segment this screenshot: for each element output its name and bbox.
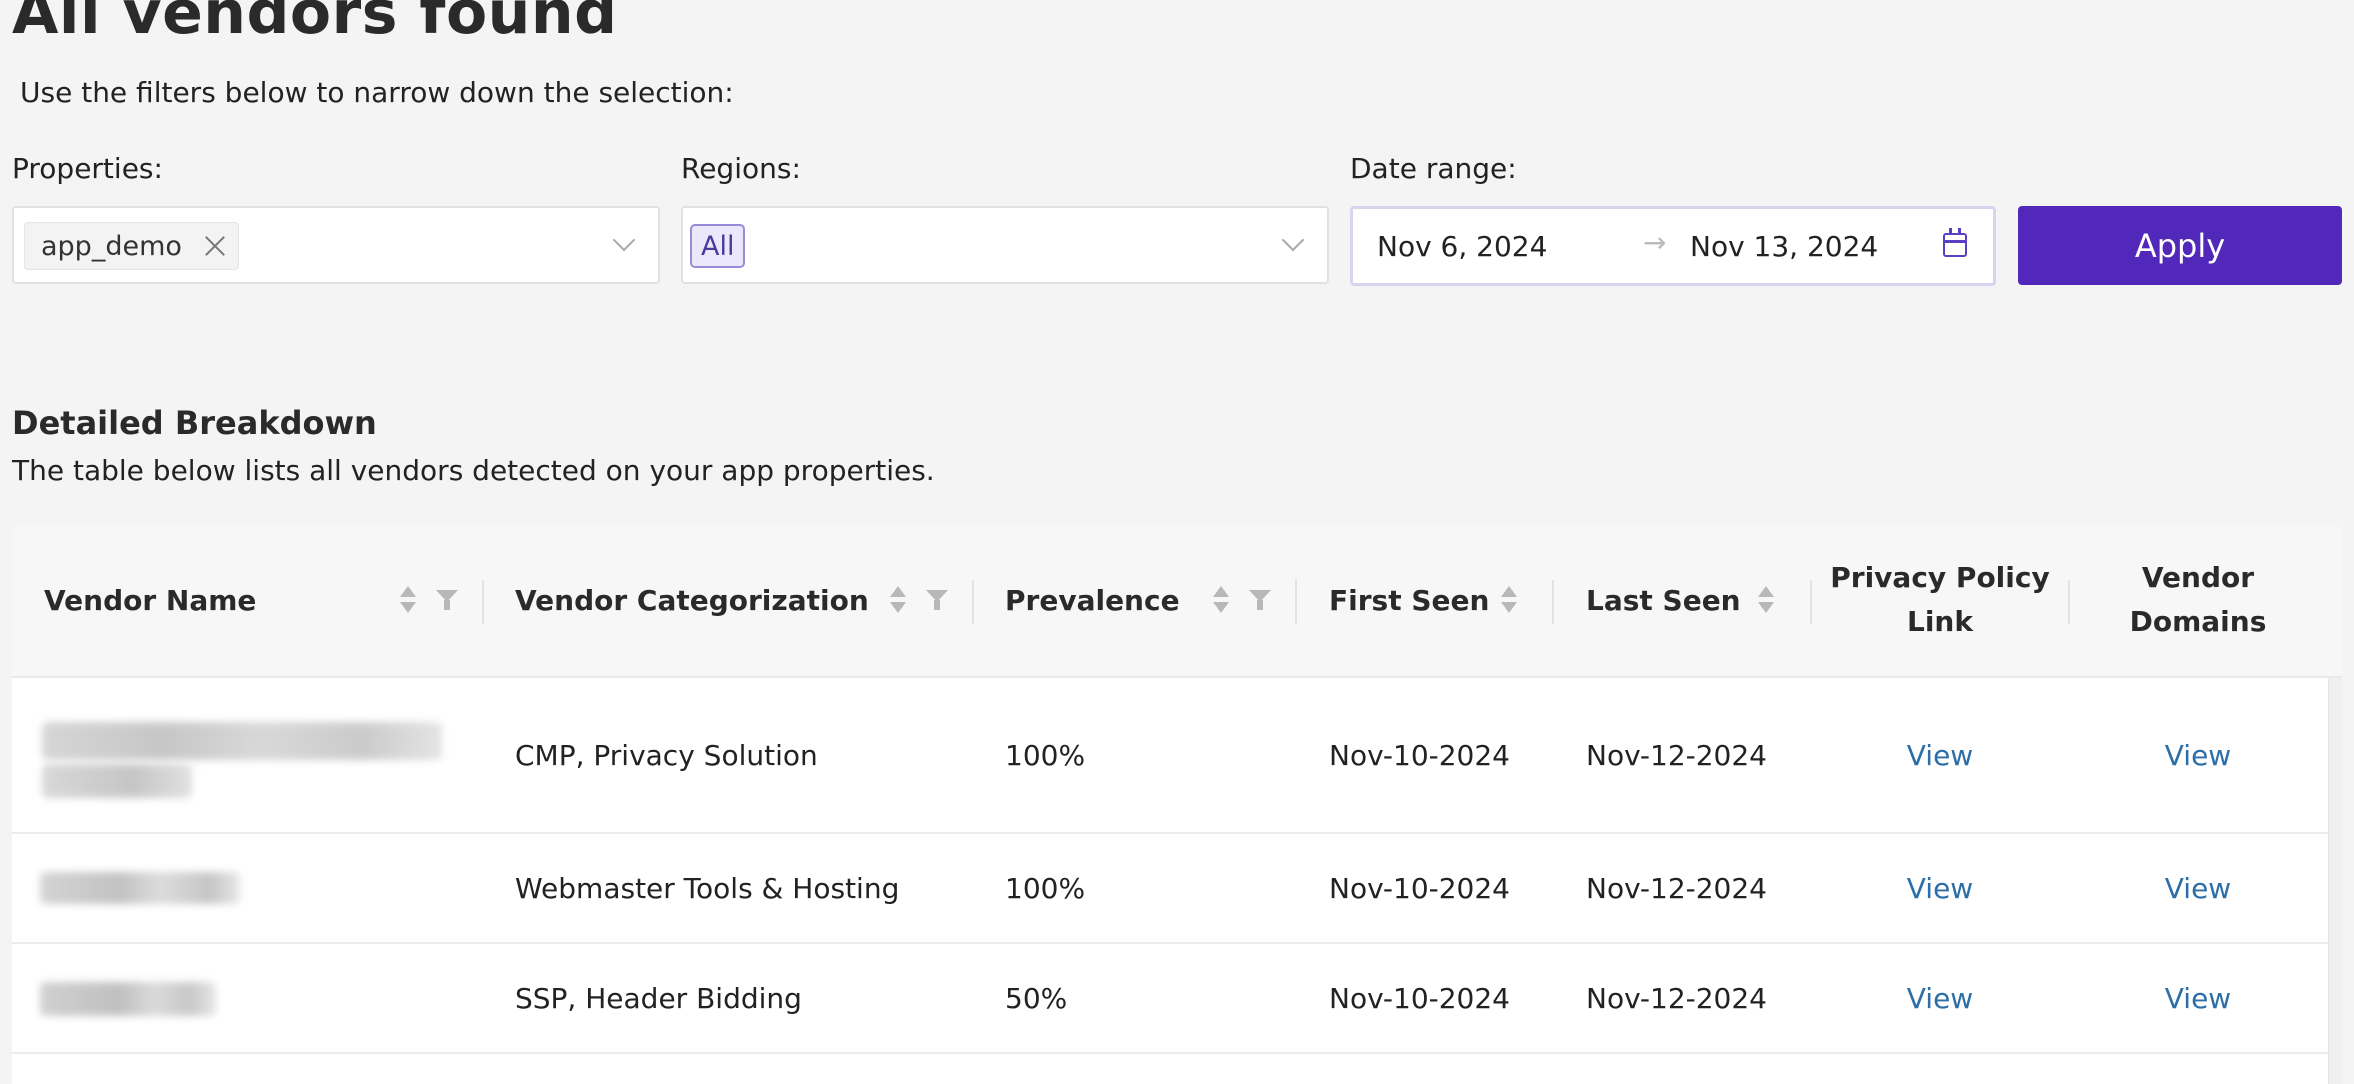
privacy-policy-view-link[interactable]: View <box>1812 678 2068 832</box>
sort-icon[interactable] <box>400 586 416 616</box>
region-tag: All <box>690 224 746 268</box>
page-title: All vendors found <box>12 0 618 48</box>
column-vendor-name[interactable]: Vendor Name <box>44 524 256 676</box>
privacy-policy-view-link[interactable]: View <box>1812 944 2068 1052</box>
chevron-down-icon[interactable] <box>612 228 636 252</box>
table-scrollbar[interactable] <box>2328 678 2342 1084</box>
prevalence: 100% <box>1005 738 1086 772</box>
calendar-icon[interactable] <box>1943 228 1967 257</box>
remove-tag-icon[interactable] <box>202 233 228 259</box>
column-divider <box>482 580 484 624</box>
column-vendor-domains-line2: Domains <box>2129 605 2267 638</box>
column-vendor-domains: Vendor Domains <box>2070 524 2326 676</box>
sort-icon[interactable] <box>1213 586 1229 616</box>
vendor-categorization: SSP, Header Bidding <box>515 981 802 1015</box>
column-privacy-policy-line2: Link <box>1906 605 1973 638</box>
table-row: Webmaster Tools & Hosting 100% Nov-10-20… <box>12 834 2328 944</box>
chevron-down-icon[interactable] <box>1281 228 1305 252</box>
date-range-label: Date range: <box>1350 152 1517 185</box>
prevalence: 100% <box>1005 871 1086 905</box>
table-row: CMP, Privacy Solution 100% Nov-10-2024 N… <box>12 678 2328 834</box>
apply-button[interactable]: Apply <box>2018 206 2342 285</box>
column-divider <box>1552 580 1554 624</box>
page-subtitle: Use the filters below to narrow down the… <box>20 76 734 109</box>
column-divider <box>972 580 974 624</box>
vendor-domains-view-link[interactable]: View <box>2070 834 2326 942</box>
filter-icon[interactable] <box>926 590 948 612</box>
breakdown-description: The table below lists all vendors detect… <box>12 454 935 487</box>
vendor-domains-view-link[interactable]: View <box>2070 678 2326 832</box>
vendor-name-redacted <box>30 944 450 1052</box>
vendors-table: Vendor Name Vendor Categorization Preval… <box>12 524 2342 1084</box>
regions-label: Regions: <box>681 152 801 185</box>
region-tag-label: All <box>701 230 735 262</box>
start-date-input[interactable]: Nov 6, 2024 <box>1377 230 1547 263</box>
filter-icon[interactable] <box>436 590 458 612</box>
vendor-domains-view-link[interactable]: View <box>2070 944 2326 1052</box>
sort-icon[interactable] <box>890 586 906 616</box>
column-divider <box>1295 580 1297 624</box>
properties-label: Properties: <box>12 152 163 185</box>
last-seen: Nov-12-2024 <box>1586 738 1767 772</box>
column-prevalence[interactable]: Prevalence <box>1005 524 1180 676</box>
last-seen: Nov-12-2024 <box>1586 981 1767 1015</box>
first-seen: Nov-10-2024 <box>1329 738 1510 772</box>
regions-select[interactable]: All <box>681 206 1329 284</box>
filter-icon[interactable] <box>1249 590 1271 612</box>
vendor-categorization: CMP, Privacy Solution <box>515 738 818 772</box>
property-tag: app_demo <box>24 222 239 270</box>
vendor-categorization: Webmaster Tools & Hosting <box>515 871 900 905</box>
breakdown-title: Detailed Breakdown <box>12 404 377 442</box>
column-vendor-domains-line1: Vendor <box>2141 561 2255 594</box>
prevalence: 50% <box>1005 981 1068 1015</box>
table-row: SSP, Header Bidding 50% Nov-10-2024 Nov-… <box>12 944 2328 1054</box>
property-tag-label: app_demo <box>41 230 182 262</box>
column-first-seen[interactable]: First Seen <box>1329 524 1489 676</box>
table-header: Vendor Name Vendor Categorization Preval… <box>12 524 2342 678</box>
sort-icon[interactable] <box>1758 586 1774 616</box>
end-date-input[interactable]: Nov 13, 2024 <box>1690 230 1878 263</box>
column-last-seen[interactable]: Last Seen <box>1586 524 1741 676</box>
vendor-name-redacted <box>30 678 450 832</box>
column-privacy-policy-line1: Privacy Policy <box>1830 561 2050 594</box>
properties-select[interactable]: app_demo <box>12 206 660 284</box>
vendor-name-redacted <box>30 834 450 942</box>
date-range-picker[interactable]: Nov 6, 2024 → Nov 13, 2024 <box>1350 206 1996 286</box>
column-vendor-categorization[interactable]: Vendor Categorization <box>515 524 869 676</box>
sort-icon[interactable] <box>1501 586 1517 616</box>
first-seen: Nov-10-2024 <box>1329 871 1510 905</box>
privacy-policy-view-link[interactable]: View <box>1812 834 2068 942</box>
first-seen: Nov-10-2024 <box>1329 981 1510 1015</box>
last-seen: Nov-12-2024 <box>1586 871 1767 905</box>
date-arrow-icon: → <box>1643 226 1667 259</box>
column-privacy-policy-link: Privacy Policy Link <box>1812 524 2068 676</box>
